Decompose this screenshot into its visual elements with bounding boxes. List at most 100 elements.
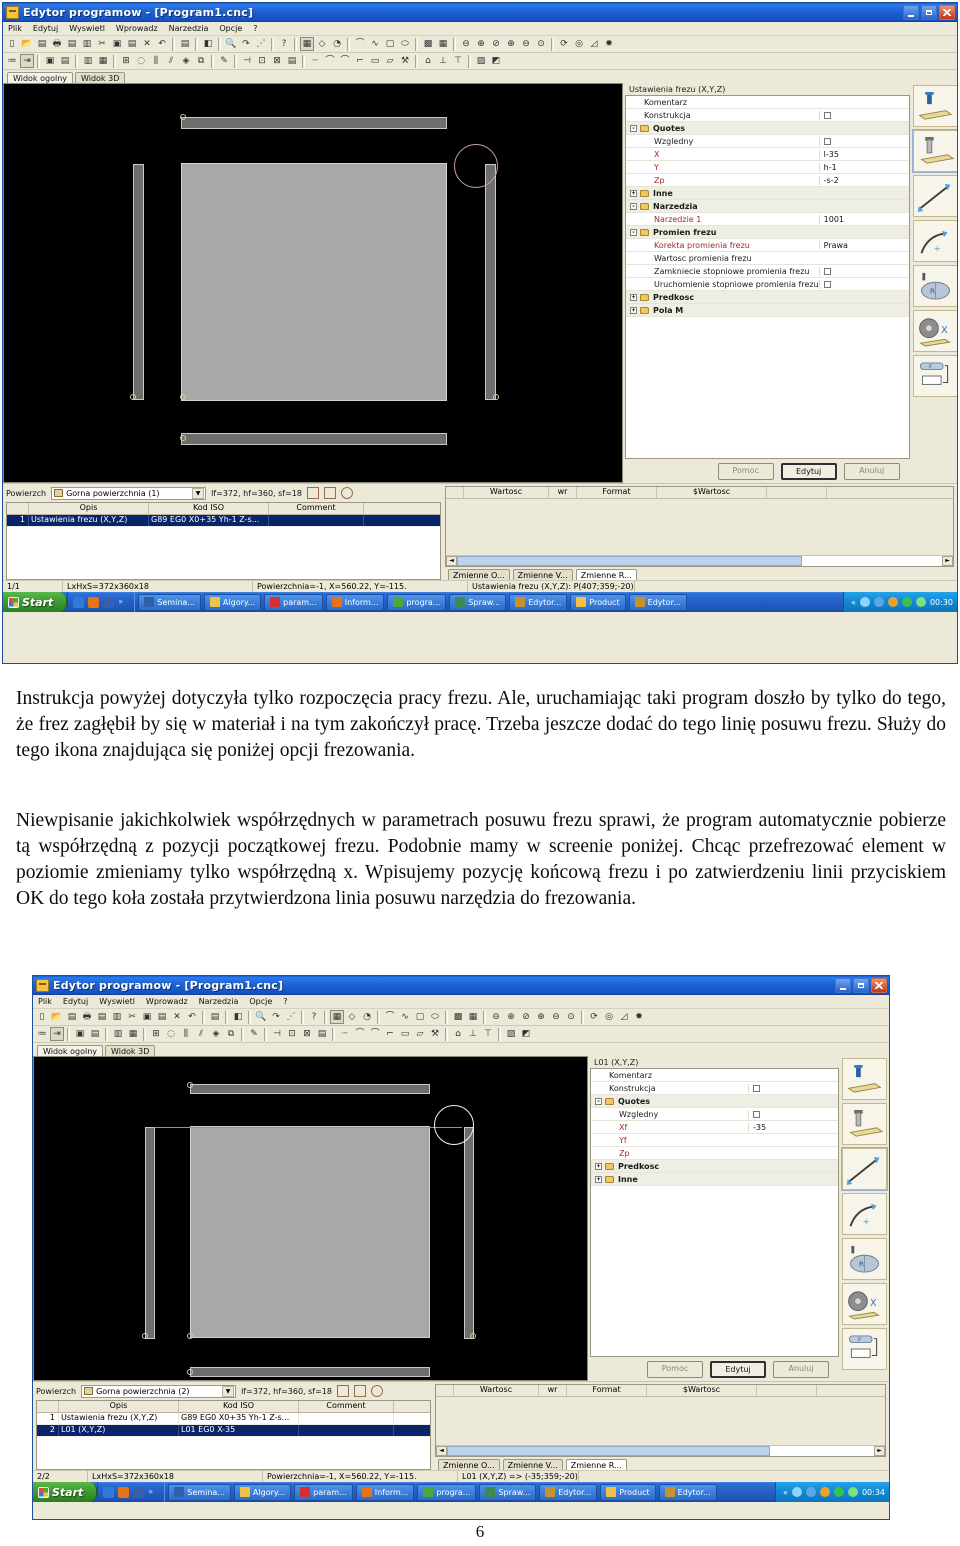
network-icon[interactable] xyxy=(805,1487,816,1497)
taskbar-item-4[interactable]: progra... xyxy=(417,1483,477,1501)
taskbar-item-6[interactable]: Edytor... xyxy=(509,593,568,611)
taskbar-item-8[interactable]: Edytor... xyxy=(658,1483,717,1501)
toolbar-button-34[interactable]: ⊖ xyxy=(459,37,473,51)
toolbar-button-4[interactable]: ▤ xyxy=(95,1010,109,1024)
variables-tab-1[interactable]: Zmienne V... xyxy=(502,1459,563,1470)
tree-row-value[interactable] xyxy=(818,110,909,120)
toolbar-button-14[interactable]: ⧉ xyxy=(224,1027,238,1041)
tree-row-value[interactable] xyxy=(818,279,909,289)
toolbar-button-13[interactable]: ◈ xyxy=(209,1027,223,1041)
expander-icon[interactable]: - xyxy=(630,228,637,236)
toolbar-button-20[interactable]: ⊠ xyxy=(300,1027,314,1041)
toolbar-button-35[interactable]: ⊕ xyxy=(474,37,488,51)
tree-row[interactable]: Wzgledny xyxy=(626,135,909,148)
toolbar-button-2[interactable]: ▤ xyxy=(35,37,49,51)
tree-row[interactable]: Zp -s-2 xyxy=(626,174,909,187)
toolbar-button-5[interactable]: ▥ xyxy=(110,1010,124,1024)
expander-icon[interactable]: + xyxy=(630,306,637,314)
toolbar-button-29[interactable]: ⬭ xyxy=(428,1010,442,1024)
toolbar-button-9[interactable]: ✕ xyxy=(140,37,154,51)
toolbar-button-4[interactable]: ▤ xyxy=(88,1027,102,1041)
toolbar-button-16[interactable]: 🔍 xyxy=(254,1010,268,1024)
toolbar-button-32[interactable]: ⊥ xyxy=(466,1027,480,1041)
feed-line-icon[interactable] xyxy=(841,1147,888,1191)
toolbar-button-27[interactable]: ∿ xyxy=(398,1010,412,1024)
toolbar-button-22[interactable]: ▦ xyxy=(330,1010,344,1024)
tree-row[interactable]: - Promien frezu xyxy=(626,226,909,239)
toolbar-button-31[interactable]: ▩ xyxy=(421,37,435,51)
volume-icon[interactable] xyxy=(859,597,870,607)
toolbar-button-9[interactable]: ✕ xyxy=(170,1010,184,1024)
firefox-icon[interactable] xyxy=(88,596,100,608)
checkbox-icon[interactable] xyxy=(823,267,831,275)
toolbar-button-38[interactable]: ⊖ xyxy=(549,1010,563,1024)
paste-surface-icon[interactable] xyxy=(354,1385,366,1397)
toolbar-button-16[interactable]: 🔍 xyxy=(224,37,238,51)
variables-body[interactable] xyxy=(446,499,953,555)
variables-hscrollbar[interactable]: ◄ ► xyxy=(436,1445,885,1456)
ie-icon[interactable] xyxy=(73,596,85,608)
menu-item-2[interactable]: Wyswietl xyxy=(99,997,135,1006)
tree-row-value[interactable]: 1001 xyxy=(818,214,909,224)
expander-icon[interactable]: + xyxy=(595,1162,602,1170)
table-row[interactable]: 2 L01 (X,Y,Z) L01 EG0 X-35 xyxy=(37,1425,430,1437)
toolbar-button-39[interactable]: ⊙ xyxy=(564,1010,578,1024)
toolbar-button-43[interactable]: ◿ xyxy=(617,1010,631,1024)
taskbar-item-5[interactable]: Spraw... xyxy=(479,1483,537,1501)
feed-line-icon[interactable] xyxy=(912,175,957,217)
saw-blade-x-icon[interactable]: X xyxy=(912,310,957,352)
toolbar-button-42[interactable]: ◎ xyxy=(602,1010,616,1024)
toolbar-button-29[interactable]: ⬭ xyxy=(398,37,412,51)
toolbar-button-39[interactable]: ⊙ xyxy=(534,37,548,51)
toolbar-button-10[interactable]: ↶ xyxy=(155,37,169,51)
toolbar-button-27[interactable]: ▭ xyxy=(368,54,382,68)
toolbar-button-6[interactable]: ▥ xyxy=(81,54,95,68)
tree-row-value[interactable]: -35 xyxy=(748,1122,838,1132)
scroll-left-icon[interactable]: ◄ xyxy=(436,1446,447,1456)
antivirus-icon[interactable] xyxy=(887,597,898,607)
toolbar-button-0[interactable]: ▯ xyxy=(5,37,19,51)
toolbar-button-6[interactable]: ▥ xyxy=(111,1027,125,1041)
tree-row[interactable]: + Inne xyxy=(626,187,909,200)
toolbar-button-8[interactable]: ▤ xyxy=(155,1010,169,1024)
menu-item-3[interactable]: Wprowadz xyxy=(146,997,188,1006)
copy-surface-icon[interactable] xyxy=(307,487,319,499)
taskbar-item-6[interactable]: Edytor... xyxy=(539,1483,598,1501)
toolbar-button-7[interactable]: ▦ xyxy=(96,54,110,68)
update-icon[interactable] xyxy=(901,597,912,607)
toolbar-button-35[interactable]: ⊕ xyxy=(504,1010,518,1024)
taskbar-item-1[interactable]: Algory... xyxy=(233,1483,292,1501)
taskbar-item-4[interactable]: progra... xyxy=(387,593,447,611)
cad-canvas[interactable] xyxy=(33,1056,588,1381)
parameters-icon[interactable]: F xyxy=(912,355,957,397)
toolbar-button-23[interactable]: ◇ xyxy=(345,1010,359,1024)
start-button[interactable]: Start xyxy=(3,592,68,612)
taskbar-item-0[interactable]: Semina... xyxy=(138,593,201,611)
toolbar-button-26[interactable]: ⌒ xyxy=(383,1010,397,1024)
toolbar-button-44[interactable]: ✹ xyxy=(632,1010,646,1024)
toolbar-button-18[interactable]: ⋰ xyxy=(284,1010,298,1024)
toolbar-button-16[interactable]: ✎ xyxy=(247,1027,261,1041)
toolbar-button-6[interactable]: ✂ xyxy=(125,1010,139,1024)
feed-arc-icon[interactable]: + xyxy=(912,220,957,262)
toolbar-button-24[interactable]: ◔ xyxy=(360,1010,374,1024)
variables-table[interactable]: Wartosc wr Format $Wartosc ◄ ► xyxy=(435,1384,886,1457)
tree-row[interactable]: Konstrukcja xyxy=(626,109,909,122)
toolbar-button-20[interactable]: ? xyxy=(307,1010,321,1024)
toolbar-button-42[interactable]: ◎ xyxy=(572,37,586,51)
scroll-track[interactable] xyxy=(770,1446,874,1456)
toolbar-button-12[interactable]: ▤ xyxy=(208,1010,222,1024)
menu-item-6[interactable]: ? xyxy=(253,24,257,33)
more-chevron-icon[interactable]: » xyxy=(118,597,129,608)
toolbar-button-20[interactable]: ⊠ xyxy=(270,54,284,68)
scroll-right-icon[interactable]: ► xyxy=(942,556,953,566)
toolbar-button-7[interactable]: ▣ xyxy=(140,1010,154,1024)
dialog-button-anuluj[interactable]: Anuluj xyxy=(773,1361,829,1378)
tree-row[interactable]: Wartosc promienia frezu xyxy=(626,252,909,265)
taskbar-item-5[interactable]: Spraw... xyxy=(449,593,507,611)
taskbar-item-2[interactable]: param... xyxy=(294,1483,353,1501)
toolbar-button-21[interactable]: ▤ xyxy=(315,1027,329,1041)
toolbar-button-0[interactable]: ≔ xyxy=(5,54,19,68)
saw-blade-x-icon[interactable]: X xyxy=(842,1283,887,1325)
toolbar-button-1[interactable]: 📂 xyxy=(20,37,34,51)
